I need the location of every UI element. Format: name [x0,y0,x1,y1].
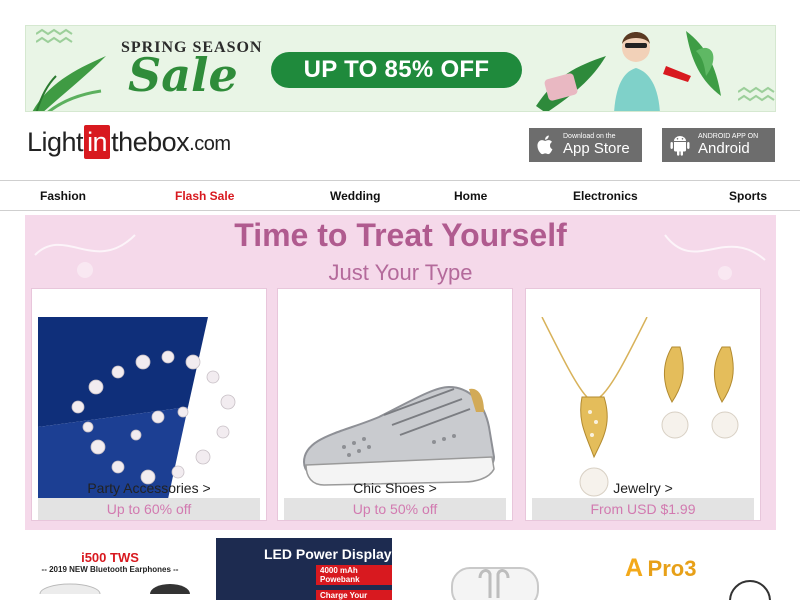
leaf-decoration-icon [32,56,106,111]
nav-item-electronics[interactable]: Electronics [573,189,638,203]
android-app-button[interactable]: ANDROID APP ON Android [662,128,775,162]
logo-text-thebox: thebox [111,126,190,157]
i500-earphones-ad[interactable]: i500 TWS -- 2019 NEW Bluetooth Earphones… [25,538,195,600]
wave-decoration-icon [738,86,775,102]
gold-jewelry-image [532,317,754,499]
earbuds-case-icon [451,567,539,600]
earphone-case-icon [39,583,190,600]
led-chip-capacity: 4000 mAh Powebank [316,565,392,585]
airpods-ad[interactable] [440,538,550,600]
wave-decoration-icon [36,28,73,44]
app-store-button[interactable]: Download on the App Store [529,128,642,162]
i500-subtitle: -- 2019 NEW Bluetooth Earphones -- [41,565,179,574]
promo-subtitle: Just Your Type [328,260,473,285]
site-logo[interactable]: Light in thebox .com [27,124,231,160]
card-price: From USD $1.99 [532,498,754,520]
spring-sale-banner[interactable]: SPRING SEASON Sale UP TO 85% OFF [25,25,776,112]
pro3-text: Pro3 [647,556,697,581]
promo-title: Time to Treat Yourself [234,217,567,253]
phone-icon [729,580,771,600]
promo-card-chic-shoes[interactable]: Chic Shoes > Up to 50% off [277,288,513,521]
promo-section: Time to Treat Yourself Just Your Type Pa… [25,215,776,530]
nav-item-wedding[interactable]: Wedding [330,189,380,203]
promo-card-party-accessories[interactable]: Party Accessories > Up to 60% off [31,288,267,521]
android-icon [670,136,690,156]
card-label: Party Accessories > [87,480,211,496]
nav-item-sports[interactable]: Sports [729,189,767,203]
model-illustration-icon [536,31,721,111]
nav-item-fashion[interactable]: Fashion [40,189,86,203]
nav-item-home[interactable]: Home [454,189,487,203]
category-nav: Fashion Flash Sale Wedding Home Electron… [0,180,800,211]
banner-sale-text: Sale [128,48,238,102]
pearl-necklace-image [38,317,260,499]
app-store-big-text: App Store [563,140,630,157]
silver-sneaker-image [284,317,506,499]
pro3-letter: A [625,554,644,582]
led-chip-charge: Charge Your Phone [316,590,392,600]
android-big-text: Android [698,140,750,157]
apple-icon [537,135,553,155]
led-power-bank-ad[interactable]: LED Power Display 4000 mAh Powebank Char… [216,538,392,600]
pro3-ad[interactable]: A Pro3 [617,538,800,600]
logo-text-com: .com [189,132,231,155]
card-price: Up to 50% off [284,498,506,520]
card-price: Up to 60% off [38,498,260,520]
card-label: Jewelry > [613,480,673,496]
promo-card-jewelry[interactable]: Jewelry > From USD $1.99 [525,288,761,521]
logo-text-in: in [84,125,111,159]
led-title: LED Power Display [264,546,392,562]
logo-text-light: Light [27,126,84,157]
card-label: Chic Shoes > [353,480,437,496]
i500-title: i500 TWS [81,550,139,565]
banner-offer-pill[interactable]: UP TO 85% OFF [271,52,522,88]
nav-item-flash-sale[interactable]: Flash Sale [175,189,234,203]
